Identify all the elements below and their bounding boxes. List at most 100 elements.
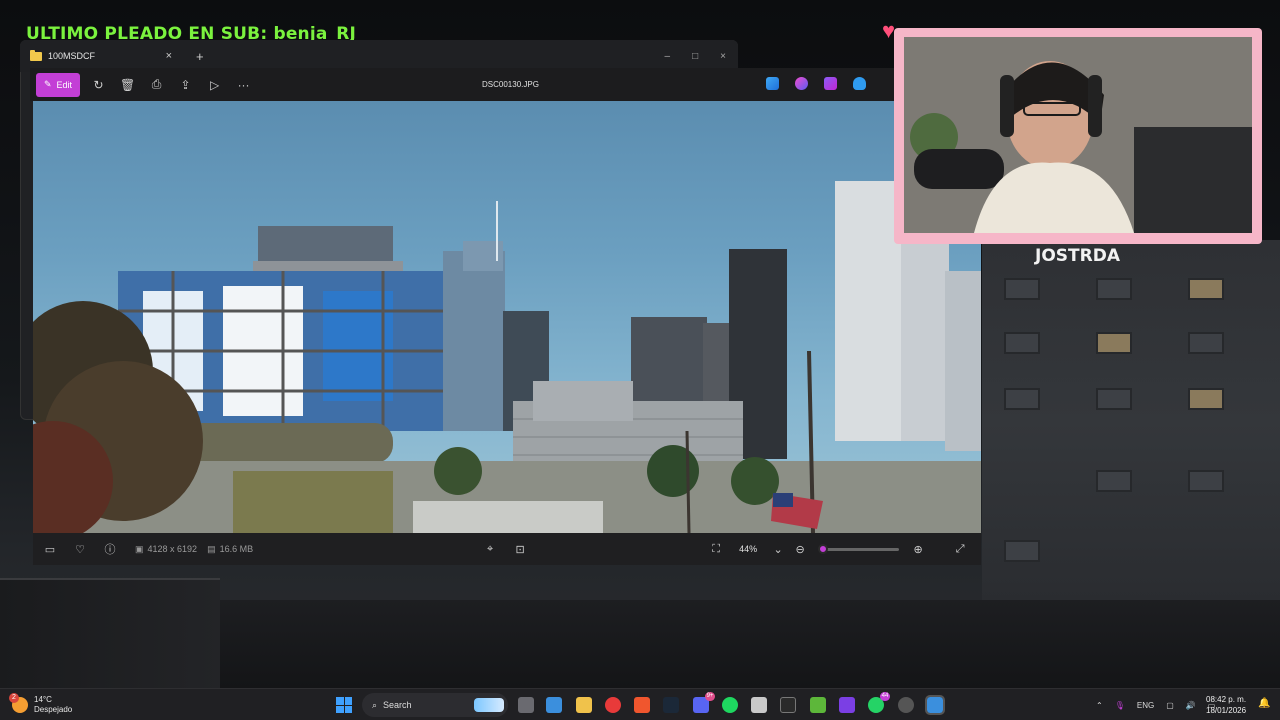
- taskbar-search[interactable]: ⌕ Search: [362, 693, 508, 717]
- brave-icon[interactable]: [634, 697, 650, 713]
- bookshelf: [0, 578, 220, 688]
- zoom-slider-thumb[interactable]: [818, 543, 829, 554]
- file-size: ▤ 16.6 MB: [207, 544, 253, 555]
- more-icon[interactable]: ···: [229, 78, 258, 92]
- fullscreen-icon[interactable]: ⤢: [945, 543, 975, 556]
- building-window: [1096, 470, 1132, 492]
- building-window: [1188, 470, 1224, 492]
- system-tray: ⌃ 🎙 ENG ▢ 🔊 ▭: [1096, 689, 1215, 720]
- scan-text-icon[interactable]: ⊡: [505, 543, 535, 556]
- minimize-button[interactable]: –: [665, 51, 671, 62]
- share-icon[interactable]: ⇪: [171, 78, 200, 92]
- new-tab-button[interactable]: +: [196, 49, 204, 64]
- chevron-down-icon[interactable]: ⌄: [767, 543, 789, 556]
- microphone-icon[interactable]: 🎙: [1115, 701, 1125, 710]
- start-button[interactable]: [336, 697, 352, 713]
- temperature: 14°C: [34, 694, 52, 704]
- image-dimensions: ▣ 4128 x 6192: [135, 544, 197, 555]
- white-highrise: [835, 181, 903, 441]
- search-placeholder: Search: [383, 700, 412, 710]
- chevron-up-icon[interactable]: ⌃: [1096, 701, 1103, 710]
- dimensions-text: 4128 x 6192: [147, 544, 198, 554]
- photo-canvas[interactable]: [33, 101, 981, 533]
- weather-widget[interactable]: 2 14°C Despejado: [9, 692, 312, 715]
- search-highlight-art: [474, 698, 504, 712]
- print-icon[interactable]: ⎙: [142, 77, 171, 92]
- discord-icon[interactable]: 9+: [693, 692, 715, 713]
- taskbar: 2 14°C Despejado ⌕ Search 9+ 44 ⌃ 🎙 ENG …: [0, 688, 1280, 720]
- glass-tower: [443, 251, 505, 431]
- delete-icon[interactable]: 🗑: [113, 78, 142, 92]
- building-window: [1096, 278, 1132, 300]
- opera-icon[interactable]: [605, 697, 621, 713]
- steam-icon[interactable]: [663, 697, 679, 713]
- edit-icon: ✎: [44, 79, 52, 89]
- recording-app-icon[interactable]: [898, 697, 914, 713]
- tree: [731, 457, 779, 505]
- file-explorer-icon[interactable]: [576, 697, 592, 713]
- favorite-heart-icon[interactable]: ♡: [65, 543, 95, 556]
- dimensions-icon: ▣: [135, 543, 144, 554]
- epic-games-icon[interactable]: [780, 697, 796, 713]
- task-view-icon[interactable]: [518, 697, 534, 713]
- designer-icon[interactable]: [766, 77, 779, 90]
- building-window: [1004, 540, 1040, 562]
- fit-to-window-icon[interactable]: ⛶: [701, 543, 731, 556]
- weather-moon-icon: 2: [9, 692, 28, 713]
- building-window: [1004, 332, 1040, 354]
- skyline-photo: [33, 181, 981, 533]
- tree: [647, 445, 699, 497]
- close-button[interactable]: ×: [720, 51, 726, 62]
- window-controls: – □ ×: [665, 51, 738, 62]
- building-window: [1096, 388, 1132, 410]
- whatsapp-badge: 44: [880, 692, 890, 701]
- whatsapp-icon[interactable]: 44: [868, 692, 890, 713]
- desk-silhouette: [220, 600, 1280, 688]
- search-icon: ⌕: [372, 699, 378, 710]
- gift-app-icon[interactable]: [751, 697, 767, 713]
- file-name: DSC00130.JPG: [482, 80, 539, 89]
- filmstrip-icon[interactable]: ▭: [35, 543, 65, 556]
- minecraft-icon[interactable]: [810, 697, 826, 713]
- weather-text: 14°C Despejado: [34, 695, 72, 715]
- purple-app-icon[interactable]: [839, 697, 855, 713]
- white-highrise-2: [901, 241, 949, 441]
- green-building: [233, 471, 393, 533]
- info-icon[interactable]: ⓘ: [95, 541, 125, 557]
- photos-active-icon[interactable]: [925, 695, 945, 715]
- rotate-icon[interactable]: ↻: [84, 78, 113, 92]
- weather-badge: 2: [9, 692, 19, 703]
- file-size-text: 16.6 MB: [219, 544, 254, 554]
- office-roof: [533, 381, 633, 421]
- photos-app-icon[interactable]: [546, 697, 562, 713]
- zoom-level[interactable]: 44%: [739, 544, 757, 554]
- zoom-slider[interactable]: [818, 543, 900, 554]
- open-with-apps: [766, 77, 866, 90]
- tab-title: 100MSDCF: [48, 51, 96, 61]
- network-icon[interactable]: ▢: [1166, 701, 1174, 710]
- graffiti-wall: [413, 501, 603, 533]
- background-building: [982, 240, 1280, 605]
- clock[interactable]: 08:42 p. m. 18/01/2026: [1206, 694, 1246, 716]
- building-window: [1096, 332, 1132, 354]
- weather-condition: Despejado: [34, 704, 73, 714]
- language-indicator[interactable]: ENG: [1137, 701, 1154, 710]
- white-highrise-3: [945, 271, 981, 451]
- time: 08:42 p. m.: [1206, 695, 1247, 704]
- maximize-button[interactable]: □: [692, 51, 698, 62]
- zoom-out-icon[interactable]: ⊖: [789, 543, 811, 556]
- slideshow-icon[interactable]: ▷: [200, 78, 229, 92]
- webcam-feed: [904, 37, 1252, 233]
- date: 18/01/2026: [1206, 706, 1247, 715]
- onedrive-icon[interactable]: [853, 77, 866, 90]
- visual-search-icon[interactable]: ⌖: [475, 543, 505, 556]
- copilot-icon[interactable]: [795, 77, 808, 90]
- tab-close-button[interactable]: ×: [166, 50, 172, 62]
- volume-icon[interactable]: 🔊: [1186, 701, 1196, 710]
- zoom-in-icon[interactable]: ⊕: [907, 543, 929, 556]
- clipchamp-icon[interactable]: [824, 77, 837, 90]
- edit-label: Edit: [56, 79, 73, 90]
- notification-bell-icon[interactable]: 🔔: [1258, 698, 1270, 709]
- spotify-icon[interactable]: [722, 697, 738, 713]
- edit-button[interactable]: ✎ Edit: [36, 72, 81, 97]
